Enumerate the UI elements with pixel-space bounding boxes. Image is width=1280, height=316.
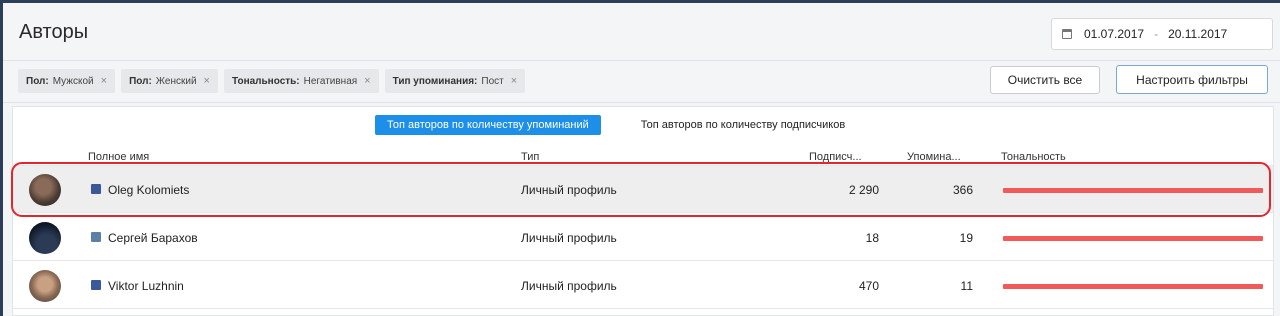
author-name[interactable]: Oleg Kolomiets [108,183,189,197]
table-row[interactable]: Сергей Барахов Личный профиль 18 19 [13,214,1273,261]
filter-value: Мужской [52,75,94,87]
subscribers-count: 18 [865,231,879,245]
facebook-icon [91,184,101,194]
filter-chip[interactable]: Тип упоминания: Пост × [384,69,526,93]
filter-value: Негативная [303,75,358,87]
table-row[interactable]: Viktor Luzhnin Личный профиль 470 11 [13,262,1273,309]
filter-key: Пол: [129,75,152,87]
subscribers-count: 2 290 [848,183,879,197]
close-icon[interactable]: × [204,75,210,87]
filter-value: Женский [155,75,197,87]
avatar[interactable] [29,174,61,206]
date-from[interactable]: 01.07.2017 [1084,27,1144,41]
close-icon[interactable]: × [364,75,370,87]
divider [3,102,1280,103]
configure-filters-button[interactable]: Настроить фильтры [1116,65,1268,94]
sentiment-bar [1003,284,1263,289]
sentiment-bar [1003,236,1263,241]
active-filters: Пол: Мужской × Пол: Женский × Тональност… [18,69,526,93]
table-row[interactable]: Oleg Kolomiets Личный профиль 2 290 366 [13,166,1273,213]
mentions-count: 11 [960,279,973,293]
date-separator: - [1154,27,1159,41]
avatar[interactable] [29,270,61,302]
column-header-mentions[interactable]: Упомина... [907,151,961,163]
filter-key: Тип упоминания: [392,75,478,87]
page-title: Авторы [19,21,89,43]
calendar-icon [1062,29,1072,39]
column-header-sentiment[interactable]: Тональность [1001,151,1066,163]
mentions-count: 19 [959,231,973,245]
sentiment-bar [1003,188,1263,193]
facebook-icon [91,280,101,290]
author-type: Личный профиль [521,279,617,293]
avatar[interactable] [29,222,61,254]
vk-icon [91,232,101,242]
column-header-subscribers[interactable]: Подписч... [809,151,862,163]
date-to[interactable]: 20.11.2017 [1168,27,1227,41]
filter-chip[interactable]: Пол: Мужской × [18,69,116,93]
date-range-picker[interactable]: 01.07.2017 - 20.11.2017 [1051,18,1273,50]
clear-all-button[interactable]: Очистить все [990,66,1100,94]
column-header-name[interactable]: Полное имя [88,151,149,163]
author-type: Личный профиль [521,231,617,245]
filter-key: Пол: [26,75,49,87]
page-header: Авторы 01.07.2017 - 20.11.2017 [3,3,1280,59]
filter-value: Пост [481,75,504,87]
author-name[interactable]: Сергей Барахов [108,231,198,245]
author-name[interactable]: Viktor Luzhnin [108,279,184,293]
authors-panel: Топ авторов по количеству упоминаний Топ… [12,106,1274,316]
filter-chip[interactable]: Тональность: Негативная × [223,69,379,93]
author-type: Личный профиль [521,183,617,197]
tab-top-by-subscribers[interactable]: Топ авторов по количеству подписчиков [629,115,857,135]
subscribers-count: 470 [858,279,879,293]
close-icon[interactable]: × [511,75,517,87]
close-icon[interactable]: × [101,75,107,87]
tab-bar: Топ авторов по количеству упоминаний Топ… [375,115,857,135]
filter-key: Тональность: [231,75,300,87]
tab-top-by-mentions[interactable]: Топ авторов по количеству упоминаний [375,115,601,135]
filter-chip[interactable]: Пол: Женский × [121,69,218,93]
mentions-count: 366 [952,183,973,197]
divider [3,60,1280,61]
column-header-type[interactable]: Тип [521,151,539,163]
